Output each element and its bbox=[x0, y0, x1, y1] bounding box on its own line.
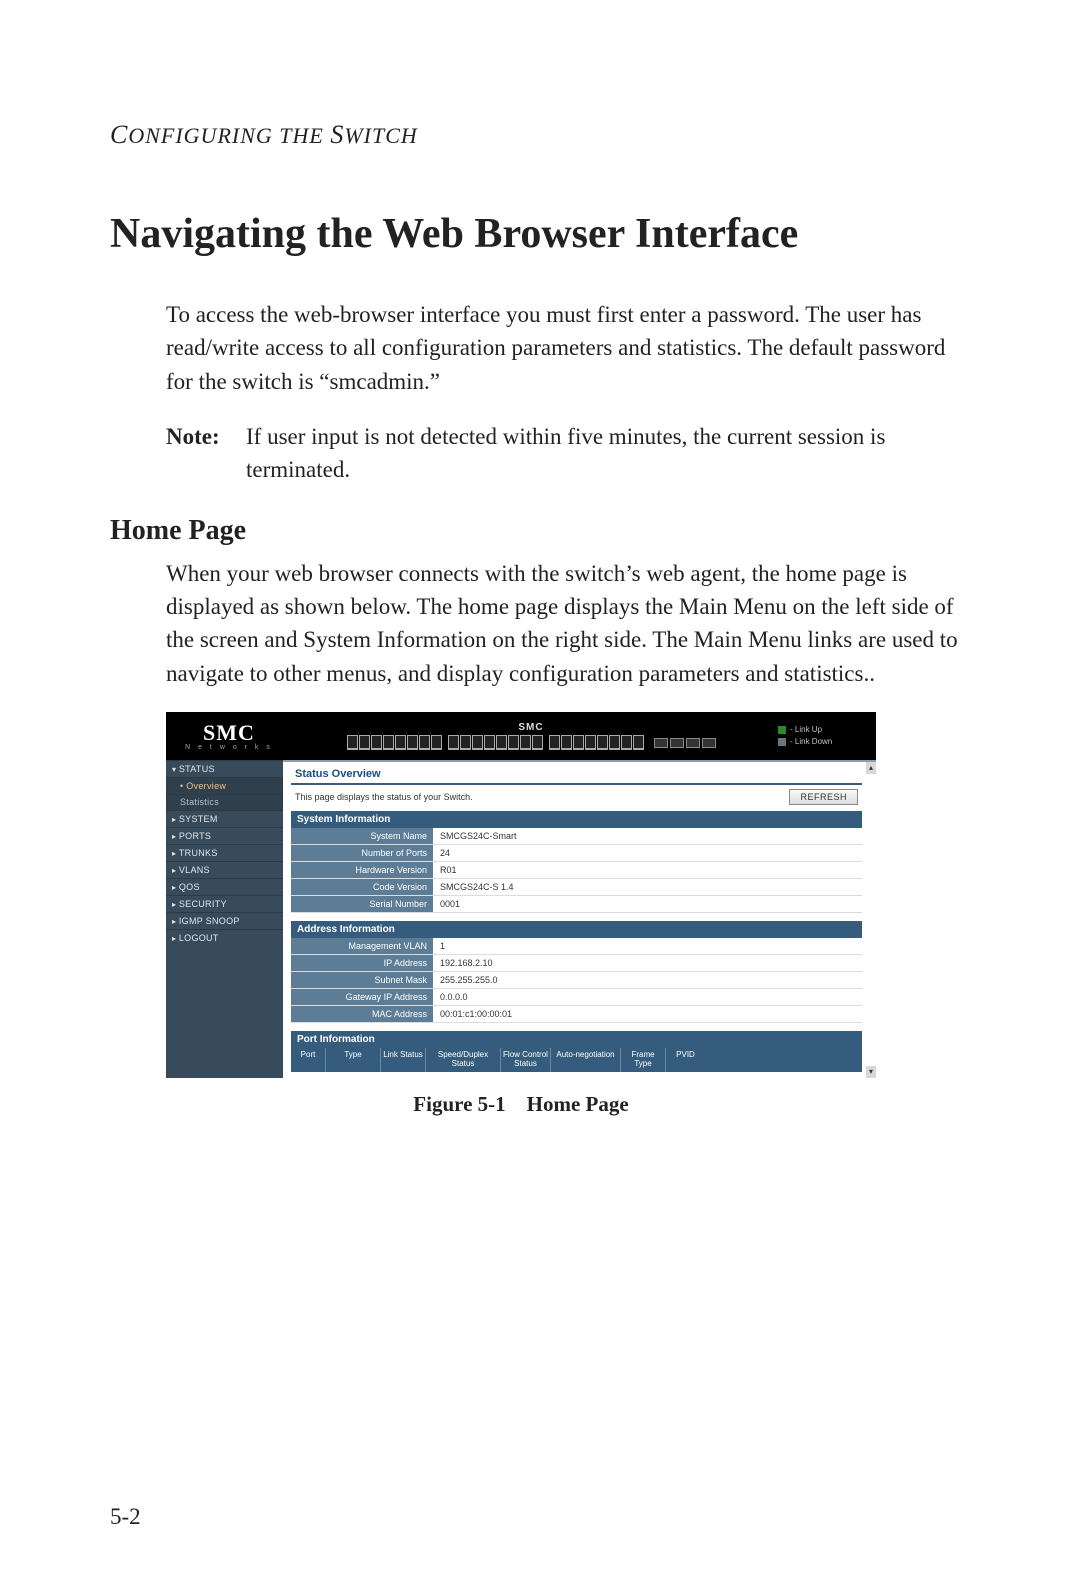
sidebar-item-security[interactable]: SECURITY bbox=[166, 895, 283, 912]
col-type: Type bbox=[326, 1048, 381, 1072]
label-system-name: System Name bbox=[291, 828, 434, 844]
value-serial-number: 0001 bbox=[434, 896, 862, 912]
label-hardware-version: Hardware Version bbox=[291, 862, 434, 878]
col-flow-control: Flow Control Status bbox=[501, 1048, 551, 1072]
legend-swatch-up-icon bbox=[778, 726, 786, 734]
row-management-vlan: Management VLAN 1 bbox=[291, 938, 862, 955]
row-serial-number: Serial Number 0001 bbox=[291, 896, 862, 913]
value-management-vlan: 1 bbox=[434, 938, 862, 954]
label-serial-number: Serial Number bbox=[291, 896, 434, 912]
row-hardware-version: Hardware Version R01 bbox=[291, 862, 862, 879]
col-auto-negotiation: Auto-negotiation bbox=[551, 1048, 621, 1072]
col-pvid: PVID bbox=[666, 1048, 705, 1072]
running-head: CONFIGURING THE SWITCH bbox=[110, 120, 970, 150]
legend-link-down: - Link Down bbox=[778, 737, 868, 747]
label-subnet-mask: Subnet Mask bbox=[291, 972, 434, 988]
value-system-name: SMCGS24C-Smart bbox=[434, 828, 862, 844]
figure-home-page: SMC N e t w o r k s SMC bbox=[166, 712, 876, 1117]
status-description: This page displays the status of your Sw… bbox=[295, 792, 473, 802]
value-code-version: SMCGS24C-S 1.4 bbox=[434, 879, 862, 895]
row-mac-address: MAC Address 00:01:c1:00:00:01 bbox=[291, 1006, 862, 1023]
smc-logo-subtext: N e t w o r k s bbox=[185, 744, 273, 751]
screenshot-banner: SMC N e t w o r k s SMC bbox=[166, 712, 876, 760]
home-page-heading: Home Page bbox=[110, 515, 970, 547]
sidebar-item-system[interactable]: SYSTEM bbox=[166, 810, 283, 827]
value-hardware-version: R01 bbox=[434, 862, 862, 878]
value-gateway-ip: 0.0.0.0 bbox=[434, 989, 862, 1005]
note-block: Note: If user input is not detected with… bbox=[166, 420, 970, 487]
label-mac-address: MAC Address bbox=[291, 1006, 434, 1022]
value-mac-address: 00:01:c1:00:00:01 bbox=[434, 1006, 862, 1022]
row-code-version: Code Version SMCGS24C-S 1.4 bbox=[291, 879, 862, 896]
refresh-button[interactable]: REFRESH bbox=[789, 789, 858, 805]
legend-swatch-down-icon bbox=[778, 738, 786, 746]
label-ip-address: IP Address bbox=[291, 955, 434, 971]
sidebar-item-trunks[interactable]: TRUNKS bbox=[166, 844, 283, 861]
row-gateway-ip: Gateway IP Address 0.0.0.0 bbox=[291, 989, 862, 1006]
value-number-of-ports: 24 bbox=[434, 845, 862, 861]
port-info-header-row: Port Type Link Status Speed/Duplex Statu… bbox=[291, 1048, 862, 1072]
label-code-version: Code Version bbox=[291, 879, 434, 895]
sidebar-item-igmp-snoop[interactable]: IGMP SNOOP bbox=[166, 912, 283, 929]
home-page-paragraph: When your web browser connects with the … bbox=[166, 557, 970, 690]
sidebar-item-overview[interactable]: • Overview bbox=[166, 777, 283, 794]
col-port: Port bbox=[291, 1048, 326, 1072]
sidebar-item-logout[interactable]: LOGOUT bbox=[166, 929, 283, 946]
intro-paragraph: To access the web-browser interface you … bbox=[166, 298, 970, 398]
banner-brand: SMC bbox=[518, 722, 543, 733]
label-management-vlan: Management VLAN bbox=[291, 938, 434, 954]
screenshot-home-page: SMC N e t w o r k s SMC bbox=[166, 712, 876, 1078]
sidebar-item-qos[interactable]: QOS bbox=[166, 878, 283, 895]
port-strip-icon bbox=[347, 735, 716, 750]
legend-link-up: - Link Up bbox=[778, 725, 868, 735]
running-head-text: CONFIGURING THE SWITCH bbox=[110, 123, 418, 148]
note-label: Note: bbox=[166, 420, 246, 453]
sidebar-item-vlans[interactable]: VLANS bbox=[166, 861, 283, 878]
sidebar-item-ports[interactable]: PORTS bbox=[166, 827, 283, 844]
scroll-down-icon[interactable]: ▾ bbox=[866, 1066, 876, 1078]
page-title: Navigating the Web Browser Interface bbox=[110, 210, 970, 258]
address-information-title: Address Information bbox=[291, 921, 862, 938]
content-pane: ▴ Status Overview This page displays the… bbox=[283, 760, 876, 1078]
link-legend: - Link Up - Link Down bbox=[778, 725, 868, 747]
col-link-status: Link Status bbox=[381, 1048, 426, 1072]
col-frame-type: Frame Type bbox=[621, 1048, 666, 1072]
value-subnet-mask: 255.255.255.0 bbox=[434, 972, 862, 988]
row-ip-address: IP Address 192.168.2.10 bbox=[291, 955, 862, 972]
row-system-name: System Name SMCGS24C-Smart bbox=[291, 828, 862, 845]
legend-down-label: - Link Down bbox=[790, 737, 832, 747]
row-subnet-mask: Subnet Mask 255.255.255.0 bbox=[291, 972, 862, 989]
value-ip-address: 192.168.2.10 bbox=[434, 955, 862, 971]
row-number-of-ports: Number of Ports 24 bbox=[291, 845, 862, 862]
label-gateway-ip: Gateway IP Address bbox=[291, 989, 434, 1005]
sidebar-item-status[interactable]: STATUS bbox=[166, 760, 283, 777]
label-number-of-ports: Number of Ports bbox=[291, 845, 434, 861]
page-number: 5-2 bbox=[110, 1504, 141, 1530]
status-overview-heading: Status Overview bbox=[291, 766, 862, 785]
scroll-up-icon[interactable]: ▴ bbox=[866, 762, 876, 774]
col-speed-duplex: Speed/Duplex Status bbox=[426, 1048, 501, 1072]
smc-logo-text: SMC bbox=[203, 722, 255, 744]
sidebar-overview-label: Overview bbox=[186, 781, 226, 791]
main-menu-sidebar: STATUS • Overview Statistics SYSTEM PORT… bbox=[166, 760, 283, 1078]
sidebar-item-statistics[interactable]: Statistics bbox=[166, 794, 283, 810]
system-information-title: System Information bbox=[291, 811, 862, 828]
legend-up-label: - Link Up bbox=[790, 725, 822, 735]
port-information-title: Port Information bbox=[291, 1031, 862, 1048]
banner-center: SMC bbox=[284, 722, 778, 750]
figure-caption: Figure 5-1 Home Page bbox=[166, 1092, 876, 1117]
note-body: If user input is not detected within fiv… bbox=[246, 420, 970, 487]
smc-logo: SMC N e t w o r k s bbox=[174, 722, 284, 751]
